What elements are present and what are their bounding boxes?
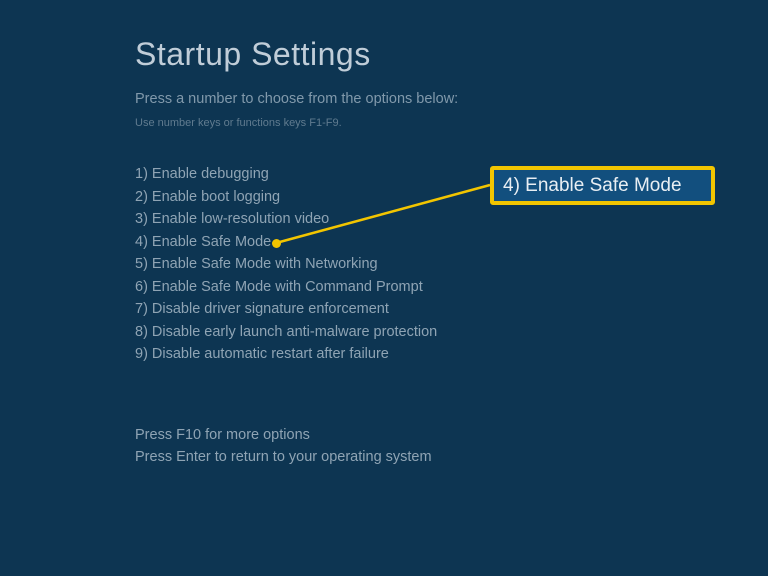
instruction-subtitle: Press a number to choose from the option…	[135, 91, 768, 107]
footer-instructions: Press F10 for more options Press Enter t…	[135, 424, 768, 468]
return-text: Press Enter to return to your operating …	[135, 446, 768, 468]
option-disable-auto-restart[interactable]: 9) Disable automatic restart after failu…	[135, 343, 768, 366]
option-enable-safe-mode[interactable]: 4) Enable Safe Mode	[135, 231, 768, 254]
keyboard-hint: Use number keys or functions keys F1-F9.	[135, 117, 768, 129]
page-title: Startup Settings	[135, 36, 768, 73]
annotation-callout: 4) Enable Safe Mode	[490, 166, 715, 205]
callout-text: 4) Enable Safe Mode	[503, 175, 682, 197]
annotation-pointer-dot	[272, 239, 281, 248]
option-enable-low-resolution-video[interactable]: 3) Enable low-resolution video	[135, 208, 768, 231]
option-enable-safe-mode-command-prompt[interactable]: 6) Enable Safe Mode with Command Prompt	[135, 276, 768, 299]
option-enable-safe-mode-networking[interactable]: 5) Enable Safe Mode with Networking	[135, 253, 768, 276]
more-options-text: Press F10 for more options	[135, 424, 768, 446]
option-disable-anti-malware[interactable]: 8) Disable early launch anti-malware pro…	[135, 321, 768, 344]
startup-settings-screen: Startup Settings Press a number to choos…	[0, 0, 768, 468]
option-disable-driver-signature[interactable]: 7) Disable driver signature enforcement	[135, 298, 768, 321]
